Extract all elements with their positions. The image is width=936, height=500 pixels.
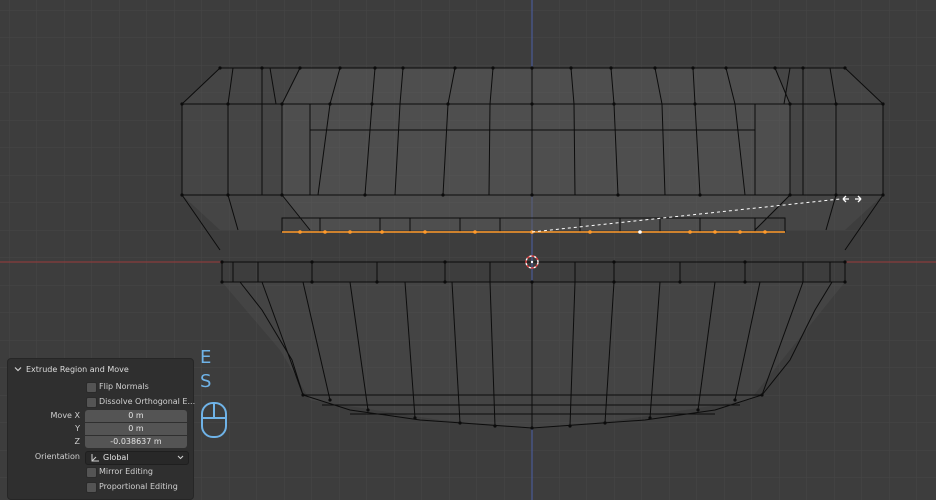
move-y-label: Y bbox=[75, 424, 80, 433]
move-x-field[interactable]: 0 m bbox=[85, 410, 187, 422]
move-y-row: Y 0 m bbox=[8, 423, 193, 435]
orientation-row: Orientation Global bbox=[8, 451, 193, 465]
proportional-editing-row[interactable]: Proportional Editing bbox=[8, 481, 193, 493]
orientation-global-icon bbox=[91, 454, 99, 462]
dissolve-orthogonal-row[interactable]: Dissolve Orthogonal E... bbox=[8, 396, 196, 408]
proportional-editing-label: Proportional Editing bbox=[99, 482, 178, 491]
chevron-down-icon[interactable] bbox=[14, 365, 22, 373]
mirror-editing-row[interactable]: Mirror Editing bbox=[8, 466, 193, 478]
key-hint-e: E bbox=[200, 347, 212, 368]
dissolve-orthogonal-label: Dissolve Orthogonal E... bbox=[99, 397, 196, 406]
move-x-row: Move X 0 m bbox=[8, 410, 193, 422]
move-z-row: Z -0.038637 m bbox=[8, 436, 193, 448]
flip-normals-row[interactable]: Flip Normals bbox=[8, 381, 193, 393]
flip-normals-checkbox[interactable] bbox=[86, 382, 97, 393]
panel-header[interactable]: Extrude Region and Move bbox=[14, 363, 129, 375]
move-z-field[interactable]: -0.038637 m bbox=[85, 436, 187, 448]
dissolve-orthogonal-checkbox[interactable] bbox=[86, 397, 97, 408]
move-x-label: Move X bbox=[50, 411, 80, 420]
key-hints: E S bbox=[200, 346, 211, 394]
mirror-editing-checkbox[interactable] bbox=[86, 467, 97, 478]
move-y-field[interactable]: 0 m bbox=[85, 423, 187, 435]
orientation-value: Global bbox=[103, 453, 129, 462]
orientation-label: Orientation bbox=[34, 452, 80, 461]
flip-normals-label: Flip Normals bbox=[99, 382, 149, 391]
key-hint-s: S bbox=[200, 371, 212, 392]
chevron-down-icon bbox=[177, 455, 184, 460]
proportional-editing-checkbox[interactable] bbox=[86, 482, 97, 493]
operator-redo-panel[interactable]: Extrude Region and Move Flip Normals Dis… bbox=[7, 358, 196, 500]
mirror-editing-label: Mirror Editing bbox=[99, 467, 153, 476]
mouse-icon bbox=[201, 402, 227, 438]
move-z-label: Z bbox=[74, 437, 80, 446]
orientation-dropdown[interactable]: Global bbox=[85, 451, 189, 465]
panel-title: Extrude Region and Move bbox=[26, 364, 129, 374]
